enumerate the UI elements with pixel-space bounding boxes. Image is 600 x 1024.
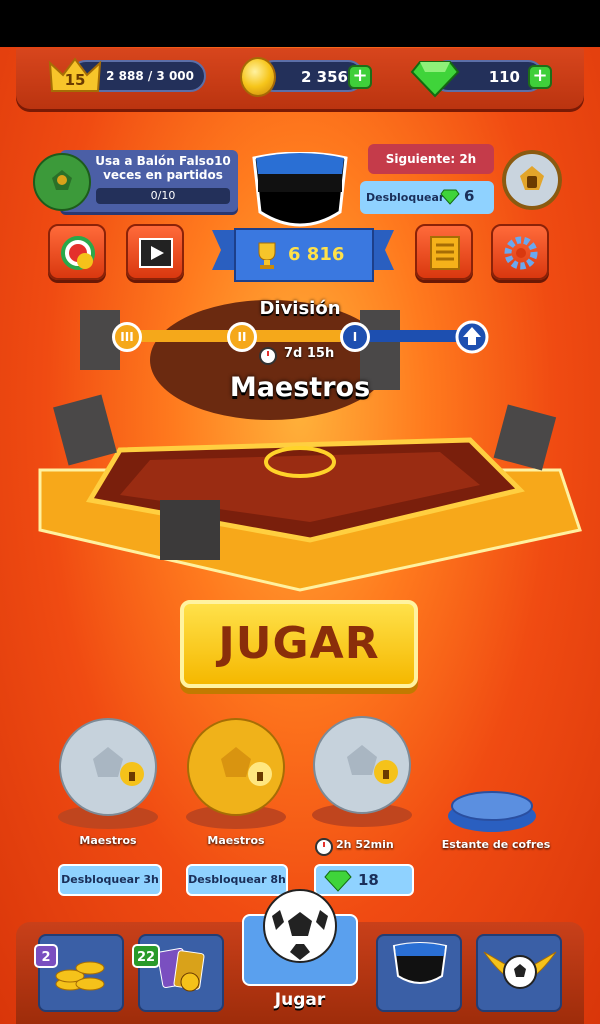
soccer-ball-icon xyxy=(263,889,337,963)
trophy-progress-text: 2 888 / 3 000 xyxy=(106,69,194,83)
gem-icon xyxy=(440,189,460,205)
silver-ball-chest-2[interactable] xyxy=(302,710,422,830)
stopwatch-icon xyxy=(259,347,277,365)
division-node-iii: III xyxy=(112,322,142,352)
status-bar xyxy=(0,0,600,47)
chest-2-label: Maestros xyxy=(207,834,265,847)
promotion-arrow-icon xyxy=(455,320,489,354)
coin-icon xyxy=(240,57,276,97)
silver-ball-chest-1[interactable] xyxy=(48,712,168,832)
locked-gold-ball-icon[interactable] xyxy=(502,150,562,210)
unlock-next-chest-cost: 6 xyxy=(464,187,475,205)
chest-1-label: Maestros xyxy=(79,834,137,847)
gems-value: 110 xyxy=(488,68,520,86)
chest-shelf-slot[interactable] xyxy=(442,780,542,840)
nav-play-label: Jugar xyxy=(274,990,326,1010)
chest-3-timer: 2h 52min xyxy=(336,838,394,851)
nav-team-button[interactable] xyxy=(376,934,462,1012)
add-gems-button[interactable]: + xyxy=(528,65,552,89)
coin-stack-icon xyxy=(55,961,105,991)
gold-ball-chest[interactable] xyxy=(176,712,296,832)
medal-icon xyxy=(61,236,95,270)
trophy-count-banner[interactable]: 6 816 xyxy=(234,228,374,282)
video-reward-button[interactable] xyxy=(126,224,184,280)
green-ball-icon xyxy=(33,153,91,211)
trophy-icon xyxy=(258,242,276,269)
division-node-i: I xyxy=(340,322,370,352)
cards-icon xyxy=(157,947,205,992)
unlock-next-chest-button[interactable]: Desbloquear 6 xyxy=(360,181,494,214)
league-name: Maestros xyxy=(229,372,371,403)
news-button[interactable] xyxy=(415,224,473,280)
division-label: División xyxy=(259,298,341,319)
chest-3-gem-cost: 18 xyxy=(358,871,379,889)
mission-text: Usa a Balón Falso10 veces en partidos xyxy=(95,154,231,182)
chest-shelf-label: Estante de cofres xyxy=(441,838,551,851)
cards-badge: 22 xyxy=(132,944,160,968)
team-kit-icon xyxy=(392,942,448,984)
winged-ball-icon xyxy=(483,951,557,989)
shop-badge: 2 xyxy=(34,944,58,968)
coins-value: 2 356 xyxy=(301,68,348,86)
list-document-icon xyxy=(430,236,460,270)
nav-league-button[interactable] xyxy=(476,934,562,1012)
mission-progress: 0/10 xyxy=(96,188,230,204)
trophy-count: 6 816 xyxy=(288,244,345,265)
level-number: 15 xyxy=(65,71,86,89)
next-chest-timer: Siguiente: 2h 53min xyxy=(368,144,494,196)
stopwatch-icon xyxy=(315,838,333,856)
division-node-ii: II xyxy=(227,322,257,352)
division-timer: 7d 15h xyxy=(284,346,335,361)
play-button[interactable]: JUGAR xyxy=(180,600,418,688)
chest-1-unlock-button[interactable]: Desbloquear 3h xyxy=(58,864,162,896)
unlock-next-chest-label: Desbloquear xyxy=(366,191,445,204)
gem-icon xyxy=(410,61,460,98)
add-coins-button[interactable]: + xyxy=(348,65,372,89)
crown-icon: 15 xyxy=(48,57,102,92)
settings-button[interactable] xyxy=(491,224,549,280)
gear-icon xyxy=(504,236,538,270)
film-play-icon xyxy=(139,238,173,268)
rank-medal-button[interactable] xyxy=(48,224,106,280)
